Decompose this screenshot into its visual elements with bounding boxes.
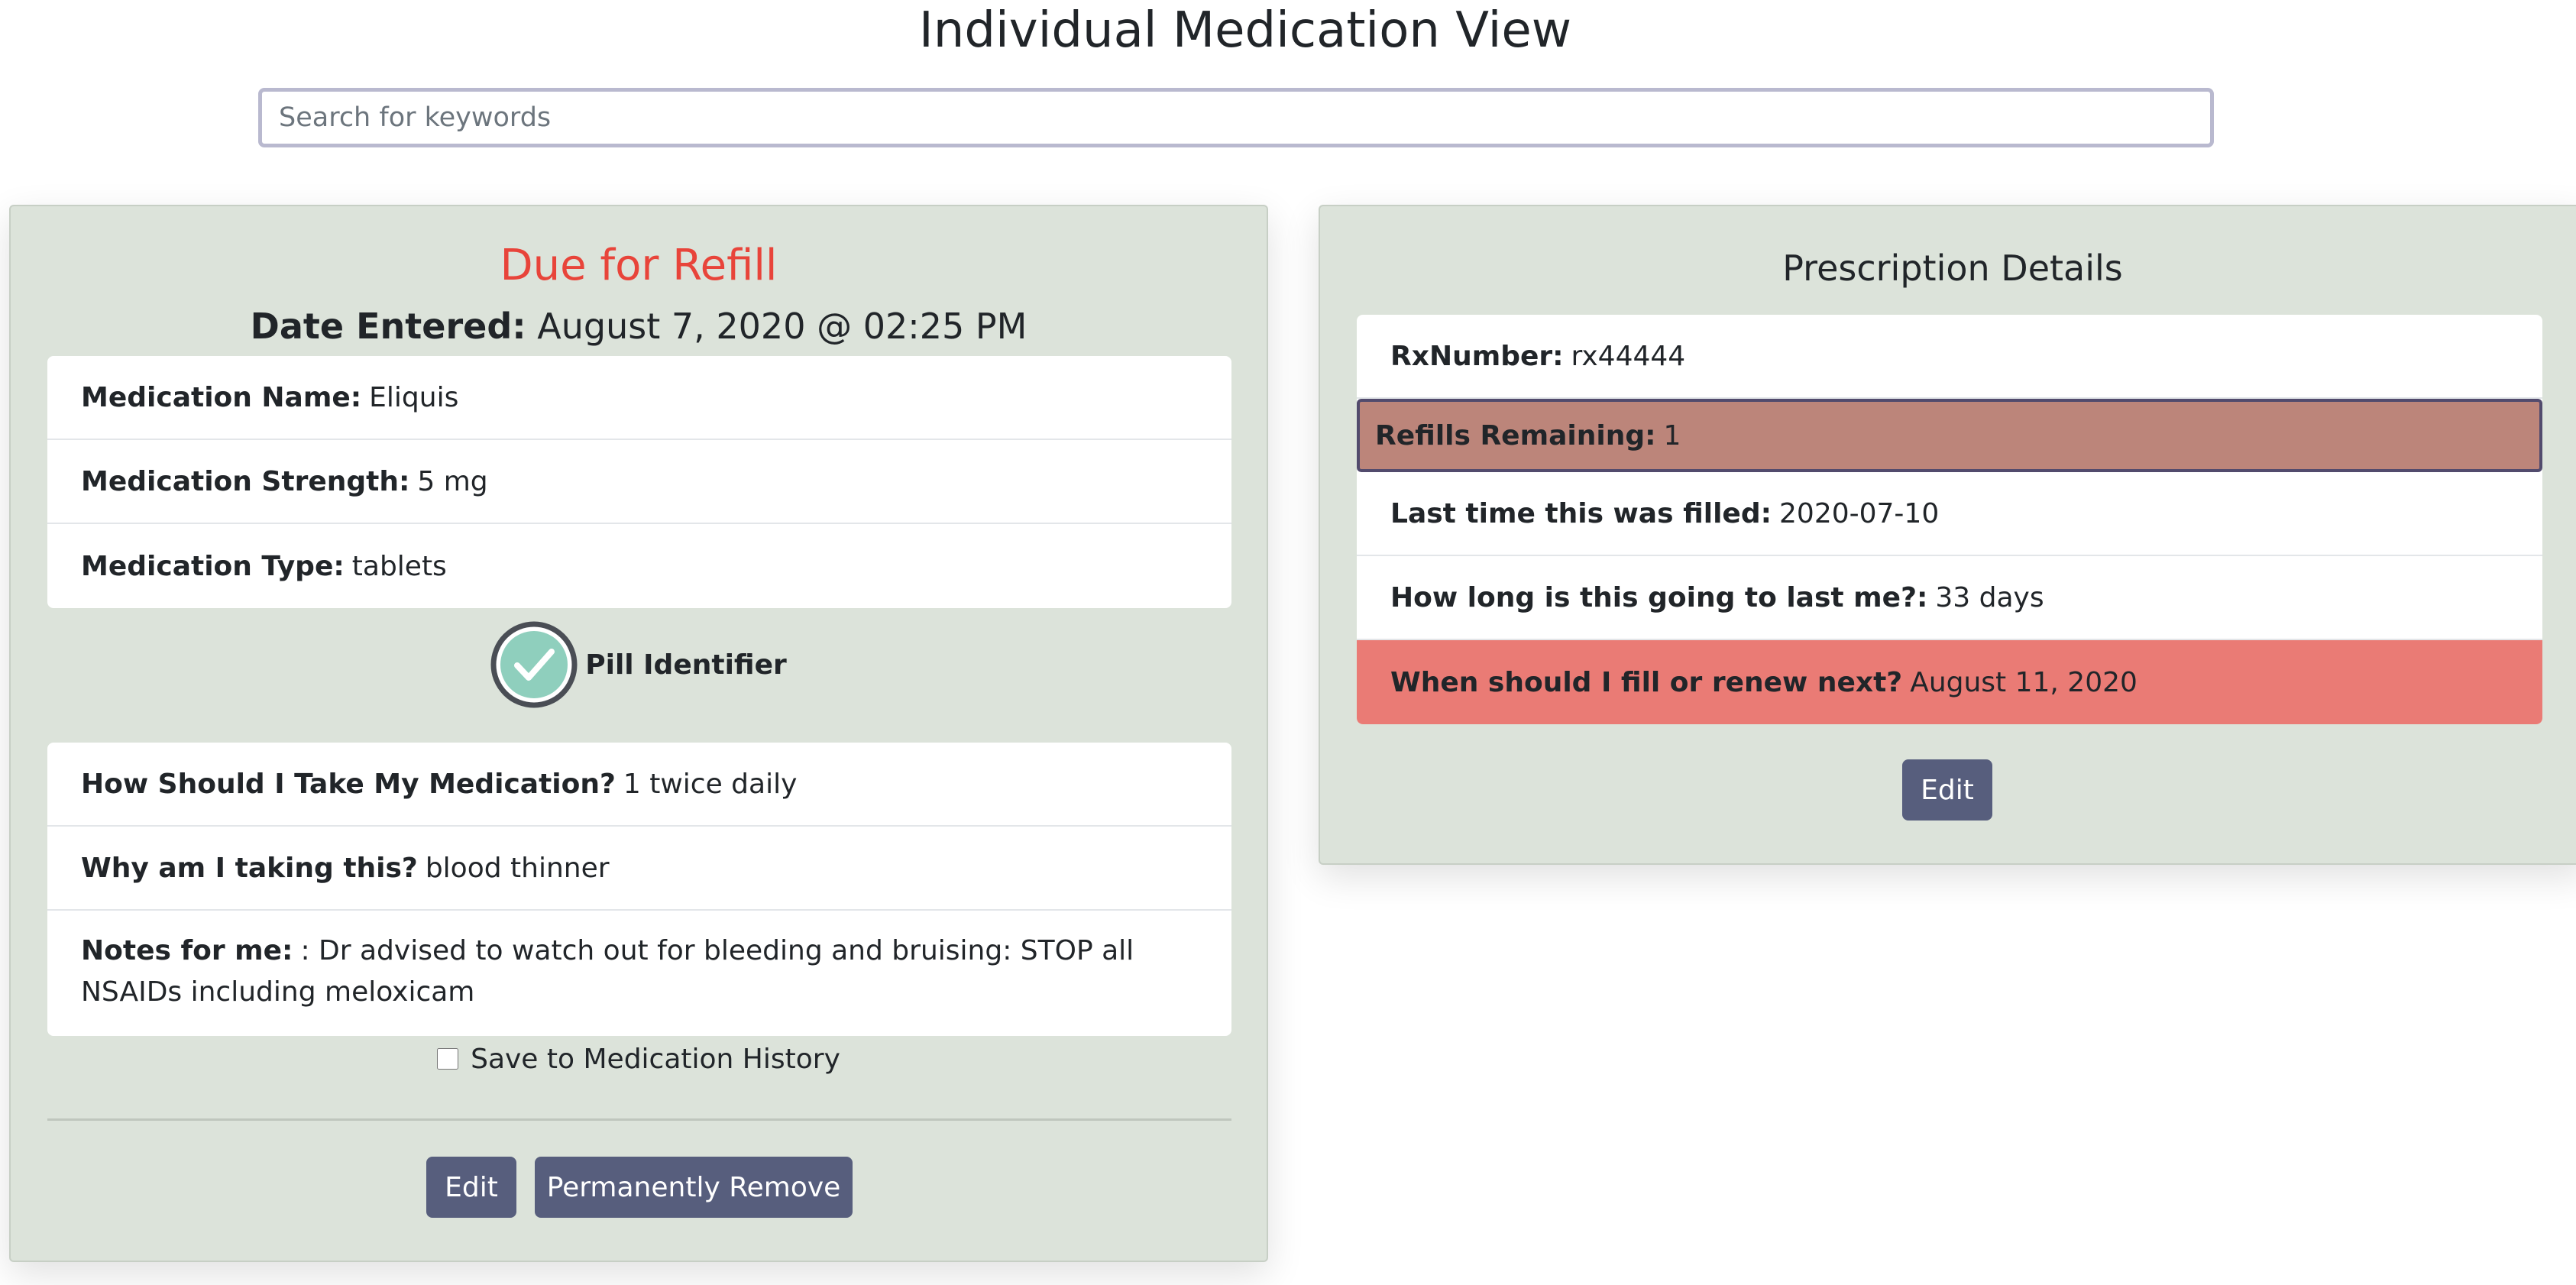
reason-label: Why am I taking this? [81, 852, 418, 884]
divider [47, 1118, 1231, 1121]
edit-medication-button[interactable]: Edit [426, 1157, 516, 1218]
reason-value: blood thinner [425, 852, 610, 884]
medication-type-item: Medication Type: tablets [47, 524, 1231, 608]
medication-name-item: Medication Name: Eliquis [47, 356, 1231, 440]
reason-item: Why am I taking this? blood thinner [47, 827, 1231, 911]
save-history-checkbox[interactable] [437, 1048, 459, 1070]
save-history-label[interactable]: Save to Medication History [471, 1044, 840, 1075]
next-fill-label: When should I fill or renew next? [1390, 666, 1903, 698]
medication-strength-label: Medication Strength: [81, 465, 410, 497]
medication-card: Due for Refill Date Entered: August 7, 2… [9, 205, 1268, 1262]
save-history-control[interactable]: Save to Medication History [11, 1036, 1267, 1082]
check-circle-icon[interactable] [490, 621, 578, 708]
duration-value: 33 days [1935, 581, 2044, 613]
notes-item: Notes for me:: Dr advised to watch out f… [47, 911, 1231, 1036]
next-fill-value: August 11, 2020 [1910, 666, 2137, 698]
refills-remaining-value: 1 [1663, 419, 1681, 452]
medication-type-value: tablets [351, 550, 447, 582]
search-input[interactable] [258, 88, 2214, 147]
date-entered-value: August 7, 2020 @ 02:25 PM [537, 306, 1027, 347]
rx-number-value: rx44444 [1571, 340, 1686, 372]
last-filled-item: Last time this was filled: 2020-07-10 [1357, 472, 2542, 556]
prescription-details-list: RxNumber: rx44444 Refills Remaining: 1 L… [1357, 315, 2542, 724]
last-filled-value: 2020-07-10 [1779, 497, 1940, 529]
rx-number-item: RxNumber: rx44444 [1357, 315, 2542, 399]
pill-identifier-label[interactable]: Pill Identifier [585, 649, 787, 681]
edit-prescription-button[interactable]: Edit [1902, 759, 1992, 821]
how-to-take-item: How Should I Take My Medication? 1 twice… [47, 743, 1231, 827]
duration-item: How long is this going to last me?: 33 d… [1357, 556, 2542, 640]
last-filled-label: Last time this was filled: [1390, 497, 1772, 529]
medication-details-list: Medication Name: Eliquis Medication Stre… [47, 356, 1231, 608]
refill-status: Due for Refill [500, 241, 778, 290]
medication-name-label: Medication Name: [81, 381, 362, 413]
notes-label: Notes for me: [81, 935, 293, 966]
how-to-take-label: How Should I Take My Medication? [81, 768, 616, 800]
permanently-remove-button[interactable]: Permanently Remove [535, 1157, 853, 1218]
how-to-take-value: 1 twice daily [623, 768, 798, 800]
date-entered: Date Entered: August 7, 2020 @ 02:25 PM [11, 306, 1267, 348]
medication-instructions-list: How Should I Take My Medication? 1 twice… [47, 743, 1231, 1036]
medication-strength-value: 5 mg [417, 465, 488, 497]
prescription-card: Prescription Details RxNumber: rx44444 R… [1319, 205, 2576, 865]
medication-name-value: Eliquis [369, 381, 459, 413]
medication-strength-item: Medication Strength: 5 mg [47, 440, 1231, 524]
rx-number-label: RxNumber: [1390, 340, 1564, 372]
refills-remaining-item[interactable]: Refills Remaining: 1 [1357, 399, 2542, 472]
page-title: Individual Medication View [918, 2, 1572, 59]
next-fill-item: When should I fill or renew next? August… [1357, 640, 2542, 724]
prescription-title: Prescription Details [1782, 248, 2123, 289]
date-entered-label: Date Entered: [250, 306, 526, 347]
duration-label: How long is this going to last me?: [1390, 581, 1928, 613]
medication-type-label: Medication Type: [81, 550, 345, 582]
refills-remaining-label: Refills Remaining: [1375, 419, 1656, 452]
pill-identifier[interactable]: Pill Identifier [11, 620, 1267, 709]
